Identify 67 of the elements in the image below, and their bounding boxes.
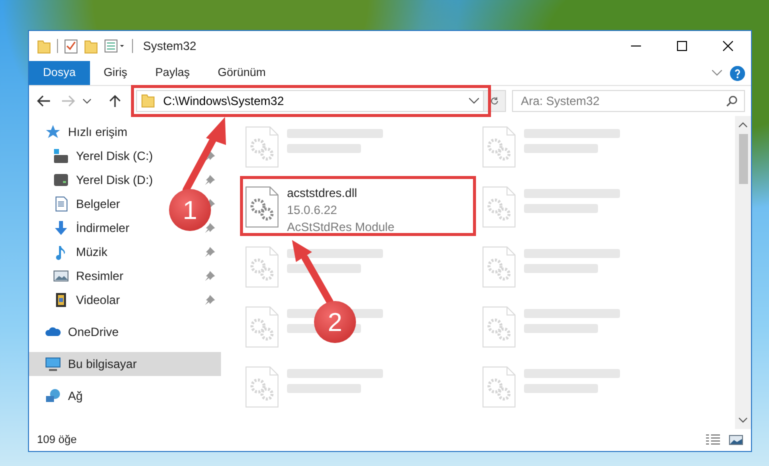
scrollbar-thumb[interactable] bbox=[738, 134, 748, 184]
item-count: 109 öğe bbox=[37, 434, 77, 446]
download-icon bbox=[53, 220, 69, 236]
blurred-file-item[interactable] bbox=[245, 246, 383, 288]
sidebar-item[interactable]: Müzik bbox=[29, 240, 221, 264]
large-icons-view-icon[interactable] bbox=[729, 434, 743, 446]
gears-file-icon bbox=[482, 306, 516, 348]
search-field[interactable]: Ara: System32 bbox=[518, 93, 726, 109]
vertical-scrollbar[interactable] bbox=[735, 116, 751, 429]
chevron-down-icon bbox=[83, 98, 92, 104]
document-icon bbox=[53, 196, 69, 212]
gears-file-icon bbox=[245, 126, 279, 168]
refresh-icon bbox=[490, 95, 499, 107]
chevron-up-icon[interactable] bbox=[738, 120, 748, 130]
computer-icon bbox=[45, 356, 61, 372]
maximize-icon bbox=[677, 41, 687, 51]
sidebar-item[interactable]: OneDrive bbox=[29, 320, 125, 344]
address-bar[interactable]: C:\Windows\System32 bbox=[136, 90, 484, 112]
arrow-right-icon bbox=[60, 95, 75, 107]
address-field[interactable]: C:\Windows\System32 bbox=[161, 93, 463, 109]
sidebar-item[interactable]: Videolar bbox=[29, 288, 221, 312]
file-detail: AcStStdRes Module bbox=[287, 220, 394, 234]
sidebar-item[interactable]: Hızlı erişim bbox=[29, 120, 134, 144]
pointer-arrow bbox=[292, 240, 334, 306]
search-icon[interactable] bbox=[726, 95, 738, 107]
minimize-icon bbox=[631, 45, 641, 47]
customize-toolbar-icon[interactable] bbox=[104, 38, 126, 54]
gears-file-icon bbox=[245, 366, 279, 408]
sidebar-item[interactable]: Yerel Disk (D:) bbox=[29, 168, 221, 192]
help-icon[interactable] bbox=[730, 66, 745, 80]
sidebar-item[interactable]: Resimler bbox=[29, 264, 221, 288]
ribbon-tab[interactable]: Paylaş bbox=[141, 61, 204, 85]
network-icon bbox=[45, 388, 61, 404]
close-icon bbox=[723, 41, 733, 51]
picture-icon bbox=[53, 268, 69, 284]
folder-icon bbox=[141, 94, 156, 108]
search-box[interactable]: Ara: System32 bbox=[512, 90, 745, 112]
gears-file-icon bbox=[482, 366, 516, 408]
window-title: System32 bbox=[143, 39, 196, 53]
gears-file-icon bbox=[245, 186, 279, 228]
ribbon-tab[interactable]: Dosya bbox=[29, 61, 90, 85]
gears-file-icon bbox=[482, 186, 516, 228]
gears-file-icon bbox=[482, 126, 516, 168]
file-detail: 15.0.6.22 bbox=[287, 203, 338, 217]
file-item[interactable]: acststdres.dll 15.0.6.22 AcStStdRes Module bbox=[245, 186, 394, 234]
gears-file-icon bbox=[245, 306, 279, 348]
chevron-down-icon[interactable] bbox=[468, 98, 479, 104]
sidebar-item[interactable]: Yerel Disk (C:) bbox=[29, 144, 221, 168]
chevron-down-icon[interactable] bbox=[712, 70, 722, 76]
file-name: acststdres.dll bbox=[287, 186, 358, 200]
gears-file-icon bbox=[482, 246, 516, 288]
drive-icon bbox=[53, 172, 69, 188]
arrow-up-icon bbox=[109, 94, 122, 108]
ribbon-tab[interactable]: Görünüm bbox=[204, 61, 280, 85]
details-view-icon[interactable] bbox=[705, 434, 721, 446]
chevron-down-icon[interactable] bbox=[738, 415, 748, 425]
folder-icon[interactable] bbox=[37, 38, 51, 54]
video-icon bbox=[53, 292, 69, 308]
star-icon bbox=[45, 124, 61, 140]
sidebar-item[interactable]: Bu bilgisayar bbox=[29, 352, 221, 376]
arrow-left-icon bbox=[36, 95, 51, 107]
new-folder-icon[interactable] bbox=[84, 38, 98, 54]
ribbon-tab[interactable]: Giriş bbox=[90, 61, 142, 85]
gears-file-icon bbox=[245, 246, 279, 288]
system-drive-icon bbox=[53, 148, 69, 164]
properties-icon[interactable] bbox=[64, 38, 78, 54]
sidebar-item[interactable]: Ağ bbox=[29, 384, 89, 408]
